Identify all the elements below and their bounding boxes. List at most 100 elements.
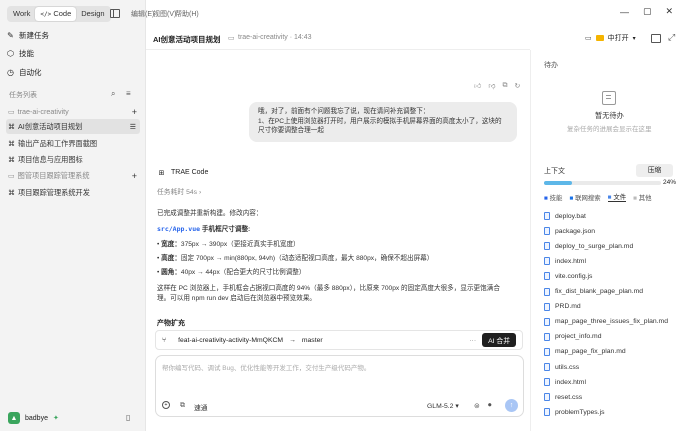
list-icon[interactable]: ☰	[130, 123, 136, 131]
todo-label: 待办	[544, 62, 558, 69]
file-icon	[544, 242, 550, 251]
task-group-trae[interactable]: ▭ trae-ai-creativity +	[6, 104, 140, 119]
task-label: 项目信息与应用图标	[18, 154, 83, 164]
file-icon	[544, 393, 550, 402]
microphone-icon[interactable]: ⏺	[488, 402, 492, 410]
chat-input-box: 帮你编写代码、调试 Bug、优化性能等开发工作，交付生产级代码产物。 + ⧉ 速…	[155, 355, 524, 417]
automation-label: 自动化	[19, 68, 42, 77]
task-item[interactable]: ⌘ 项目跟踪管理系统开发	[6, 185, 140, 200]
mode-design-tab[interactable]: Design	[76, 7, 109, 21]
file-item[interactable]: deploy.bat	[544, 209, 586, 223]
chevron-right-icon[interactable]: ›	[199, 189, 201, 196]
thumbs-up-icon[interactable]: 👍︎	[474, 81, 481, 90]
file-label: fix_dist_blank_page_plan.md	[555, 288, 644, 295]
file-item[interactable]: package.json	[544, 224, 595, 238]
thumbs-down-icon[interactable]: 👎︎	[488, 81, 495, 90]
file-label: utils.css	[555, 363, 580, 371]
model-select[interactable]: GLM-5.2 ▾	[427, 402, 459, 410]
file-item[interactable]: deploy_to_surge_plan.md	[544, 239, 633, 253]
refresh-icon[interactable]: ↻	[514, 82, 520, 90]
file-item[interactable]: vite.config.js	[544, 269, 592, 283]
close-icon[interactable]: ✕	[666, 6, 674, 17]
more-icon[interactable]: ···	[469, 337, 476, 344]
file-item[interactable]: index.html	[544, 375, 586, 389]
arrow-right-icon: →	[289, 336, 296, 344]
sidebar-toggle-icon[interactable]	[110, 9, 120, 18]
filter-icon[interactable]: ≡	[126, 89, 131, 98]
file-item[interactable]: index.html	[544, 254, 586, 268]
filter-skills[interactable]: ■ 技能	[544, 193, 562, 202]
filter-other[interactable]: ■ 其他	[633, 193, 651, 202]
bullet-label: 高度：	[161, 255, 181, 262]
at-icon[interactable]: ⊜	[474, 402, 480, 410]
task-item-selected[interactable]: ⌘ AI创意活动项目规划 ☰	[6, 119, 140, 134]
add-icon[interactable]: +	[132, 171, 137, 181]
file-item[interactable]: project_info.md	[544, 330, 601, 344]
avatar: ▲	[8, 412, 20, 424]
add-icon[interactable]: +	[132, 107, 137, 117]
file-item[interactable]: problemTypes.js	[544, 405, 605, 419]
filter-web[interactable]: ■ 联网搜索	[569, 193, 600, 202]
elapsed-text: 任务耗时 54s	[157, 189, 198, 196]
phone-icon[interactable]: ▯	[126, 413, 130, 422]
file-item[interactable]: PRD.md	[544, 300, 581, 314]
automation-nav-item[interactable]: ◷ 自动化	[6, 66, 42, 80]
open-in-button[interactable]: ▭ 中打开 ▾	[585, 33, 636, 43]
send-button[interactable]: ↑	[505, 399, 518, 412]
filter-tabs: ■ 技能 ■ 联网搜索 ■ 文件 ■ 其他	[544, 192, 652, 202]
copy-icon[interactable]: ⧉	[502, 82, 507, 90]
file-item[interactable]: map_page_three_issues_fix_plan.md	[544, 315, 668, 329]
file-label: index.html	[555, 257, 586, 265]
monitor-icon: ▭	[585, 35, 592, 42]
chevron-down-icon: ▾	[632, 35, 636, 42]
mode-code-tab[interactable]: </> Code	[35, 7, 77, 21]
bullet-item: • 宽度：375px → 390px（更接近真实手机宽度）	[157, 241, 300, 248]
maximize-icon[interactable]: ▢	[643, 6, 652, 17]
attach-icon[interactable]: ⧉	[180, 402, 185, 410]
menu-help[interactable]: 帮助(H)	[175, 9, 199, 19]
skills-nav-item[interactable]: ⬡ 技能	[6, 47, 34, 61]
mode-work-tab[interactable]: Work	[8, 7, 35, 21]
search-icon[interactable]: ⌕	[111, 89, 115, 99]
tools-label[interactable]: 速通	[194, 402, 208, 412]
task-group-tracking[interactable]: ▭ 图管项目跟踪管理系统 +	[6, 168, 140, 183]
file-item[interactable]: utils.css	[544, 360, 579, 374]
compress-button[interactable]: 压缩	[636, 164, 673, 177]
folder-yellow-icon	[595, 35, 604, 41]
panel-toggle-icon[interactable]	[651, 34, 661, 43]
file-label: deploy_to_surge_plan.md	[555, 242, 634, 250]
task-icon: ⌘	[8, 123, 15, 131]
user-profile[interactable]: ▲ badbye ✦	[8, 412, 59, 424]
settings-icon[interactable]: +	[162, 401, 170, 409]
menu-view[interactable]: 视图(V)	[153, 9, 176, 19]
expand-icon[interactable]: ⤢	[668, 32, 675, 43]
minimize-icon[interactable]: —	[620, 7, 629, 17]
chat-input[interactable]: 帮你编写代码、调试 Bug、优化性能等开发工作，交付生产级代码产物。	[162, 362, 370, 372]
file-item[interactable]: reset.css	[544, 390, 582, 404]
file-item[interactable]: map_page_fix_plan.md	[544, 345, 626, 359]
file-label: map_page_fix_plan.md	[555, 348, 626, 356]
ai-merge-button[interactable]: AI 合并	[482, 333, 516, 347]
user-message-line: 1、在PC上使用浏览器打开时，用户展示的模拟手机屏幕界面的高度太小了，这块的尺寸…	[258, 117, 502, 135]
filter-label: 文件	[613, 194, 627, 201]
task-item[interactable]: ⌘ 项目信息与应用图标	[6, 152, 140, 167]
summary-line: 这样在 PC 浏览器上，手机框会占据视口高度的 94%（最多 880px），比原…	[157, 285, 500, 292]
agent-name: TRAE Code	[171, 169, 209, 176]
bullet-value: 40px → 44px（配合更大的尺寸比例调整）	[180, 269, 306, 276]
new-task-button[interactable]: ✎ 新建任务	[6, 29, 49, 43]
todo-hint: 复杂任务的进展会显示在这里	[567, 126, 652, 133]
file-icon	[544, 272, 550, 281]
file-heading: src/App.vue 手机框尺寸调整:	[157, 224, 250, 235]
context-percent: 24%	[663, 179, 677, 186]
task-item[interactable]: ⌘ 输出产品和工作界面截图	[6, 136, 140, 151]
menu-edit[interactable]: 编辑(E)	[131, 9, 154, 19]
file-item[interactable]: fix_dist_blank_page_plan.md	[544, 285, 643, 299]
filter-files[interactable]: ■ 文件	[607, 192, 627, 202]
bullet-item: • 圆角：40px → 44px（配合更大的尺寸比例调整）	[157, 269, 306, 276]
file-label: problemTypes.js	[555, 408, 605, 416]
right-panel: 待办 暂无待办 复杂任务的进展会显示在这里 上下文 压缩 24% ■ 技能 ■ …	[530, 50, 690, 431]
file-icon	[544, 363, 550, 371]
new-task-label: 新建任务	[19, 31, 49, 40]
file-label: reset.css	[555, 393, 583, 401]
file-label: map_page_three_issues_fix_plan.md	[555, 318, 668, 326]
